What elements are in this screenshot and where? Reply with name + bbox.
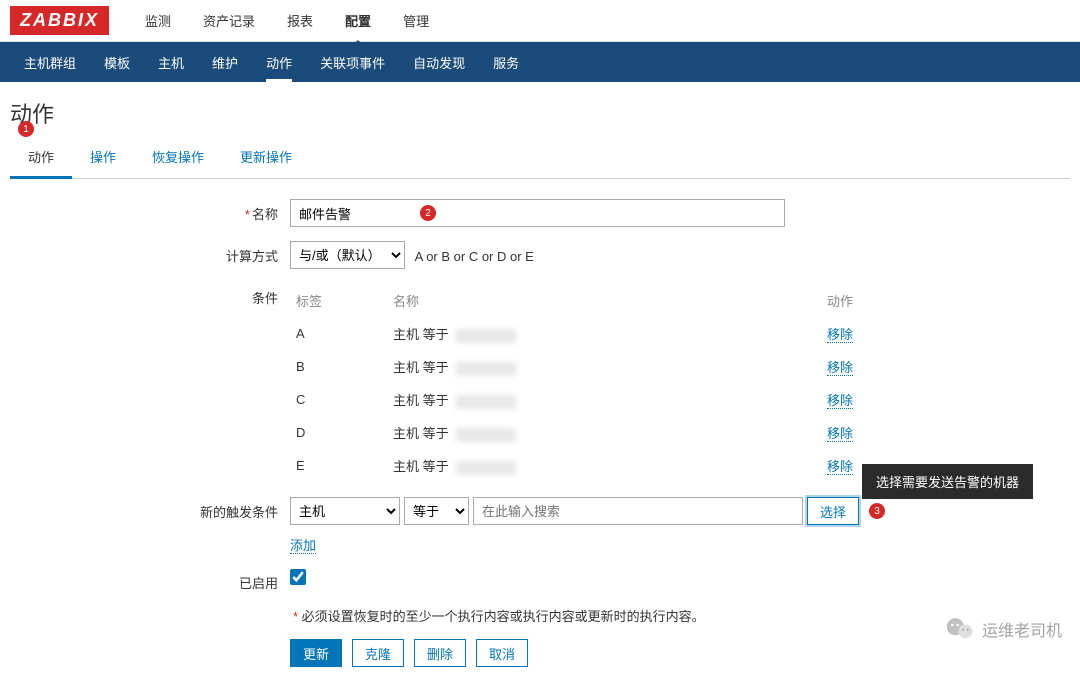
cond-tag: B (292, 351, 387, 382)
add-condition-link[interactable]: 添加 (290, 538, 316, 554)
remove-condition-link[interactable]: 移除 (827, 393, 853, 409)
detail-tabs: 动作操作恢复操作更新操作 (10, 137, 1070, 179)
sub-nav: 主机群组模板主机维护动作关联项事件自动发现服务 (0, 42, 1080, 82)
label-conditions: 条件 (10, 283, 290, 307)
subnav-item-0[interactable]: 主机群组 (24, 43, 76, 82)
condition-row: D主机 等于 移除 (292, 417, 883, 448)
cond-name: 主机 等于 (389, 351, 821, 382)
remove-condition-link[interactable]: 移除 (827, 459, 853, 475)
name-input[interactable] (290, 199, 785, 227)
row-name: *名称 2 (10, 199, 1070, 227)
annotation-badge-1: 1 (18, 121, 34, 137)
tab-3[interactable]: 更新操作 (222, 137, 310, 178)
annotation-badge-3: 3 (869, 503, 885, 519)
topnav-item-3[interactable]: 配置 (345, 1, 371, 40)
select-button[interactable]: 选择 (807, 497, 859, 525)
label-name: *名称 (10, 199, 290, 223)
newcond-op-select[interactable]: 等于 (404, 497, 469, 525)
row-new-condition: 新的触发条件 主机 等于 选择 3 添加 (10, 497, 1070, 554)
condition-row: E主机 等于 移除 (292, 450, 883, 481)
enabled-checkbox[interactable] (290, 569, 306, 585)
page-body: 动作 1 动作操作恢复操作更新操作 *名称 2 计算方式 与/或（默认） A o… (0, 82, 1080, 682)
annotation-badge-2: 2 (420, 205, 436, 221)
form-actions: 更新 克隆 删除 取消 (290, 639, 1070, 667)
subnav-item-5[interactable]: 关联项事件 (320, 43, 385, 82)
condition-row: C主机 等于 移除 (292, 384, 883, 415)
cond-name: 主机 等于 (389, 318, 821, 349)
watermark: 运维老司机 (946, 617, 1062, 641)
tooltip: 选择需要发送告警的机器 (862, 464, 1033, 499)
cond-tag: A (292, 318, 387, 349)
cond-name: 主机 等于 (389, 450, 821, 481)
conditions-table: 标签 名称 动作 A主机 等于 移除B主机 等于 移除C主机 等于 移除D主机 … (290, 283, 885, 483)
tab-1[interactable]: 操作 (72, 137, 134, 178)
subnav-item-3[interactable]: 维护 (212, 43, 238, 82)
top-nav: ZABBIX 监测资产记录报表配置管理 (0, 0, 1080, 42)
tab-2[interactable]: 恢复操作 (134, 137, 222, 178)
topnav-item-1[interactable]: 资产记录 (203, 1, 255, 40)
remove-condition-link[interactable]: 移除 (827, 327, 853, 343)
row-warning: * 必须设置恢复时的至少一个执行内容或执行内容或更新时的执行内容。 (10, 606, 1070, 625)
warning-text: 必须设置恢复时的至少一个执行内容或执行内容或更新时的执行内容。 (302, 609, 705, 624)
condition-row: A主机 等于 移除 (292, 318, 883, 349)
cond-tag: D (292, 417, 387, 448)
label-calc: 计算方式 (10, 241, 290, 265)
cond-tag: E (292, 450, 387, 481)
calc-expression: A or B or C or D or E (415, 249, 534, 264)
cond-name: 主机 等于 (389, 417, 821, 448)
cancel-button[interactable]: 取消 (476, 639, 528, 667)
topnav-item-4[interactable]: 管理 (403, 1, 429, 40)
remove-condition-link[interactable]: 移除 (827, 360, 853, 376)
label-enabled: 已启用 (10, 568, 290, 592)
wechat-icon (946, 617, 974, 641)
row-calc: 计算方式 与/或（默认） A or B or C or D or E (10, 241, 1070, 269)
subnav-item-1[interactable]: 模板 (104, 43, 130, 82)
logo: ZABBIX (10, 6, 109, 35)
remove-condition-link[interactable]: 移除 (827, 426, 853, 442)
th-tag: 标签 (292, 285, 387, 316)
cond-tag: C (292, 384, 387, 415)
calc-select[interactable]: 与/或（默认） (290, 241, 405, 269)
subnav-item-4[interactable]: 动作 (266, 43, 292, 82)
topnav-item-2[interactable]: 报表 (287, 1, 313, 40)
cond-name: 主机 等于 (389, 384, 821, 415)
subnav-item-7[interactable]: 服务 (493, 43, 519, 82)
newcond-search-input[interactable] (473, 497, 803, 525)
clone-button[interactable]: 克隆 (352, 639, 404, 667)
row-conditions: 条件 标签 名称 动作 A主机 等于 移除B主机 等于 移除C主机 等于 移除D… (10, 283, 1070, 483)
tab-0[interactable]: 动作 (10, 137, 72, 179)
condition-row: B主机 等于 移除 (292, 351, 883, 382)
subnav-item-2[interactable]: 主机 (158, 43, 184, 82)
watermark-text: 运维老司机 (982, 617, 1062, 641)
th-action: 动作 (823, 285, 883, 316)
topnav-item-0[interactable]: 监测 (145, 1, 171, 40)
th-name: 名称 (389, 285, 821, 316)
update-button[interactable]: 更新 (290, 639, 342, 667)
subnav-item-6[interactable]: 自动发现 (413, 43, 465, 82)
newcond-type-select[interactable]: 主机 (290, 497, 400, 525)
row-enabled: 已启用 (10, 568, 1070, 592)
label-new-condition: 新的触发条件 (10, 497, 290, 521)
delete-button[interactable]: 删除 (414, 639, 466, 667)
